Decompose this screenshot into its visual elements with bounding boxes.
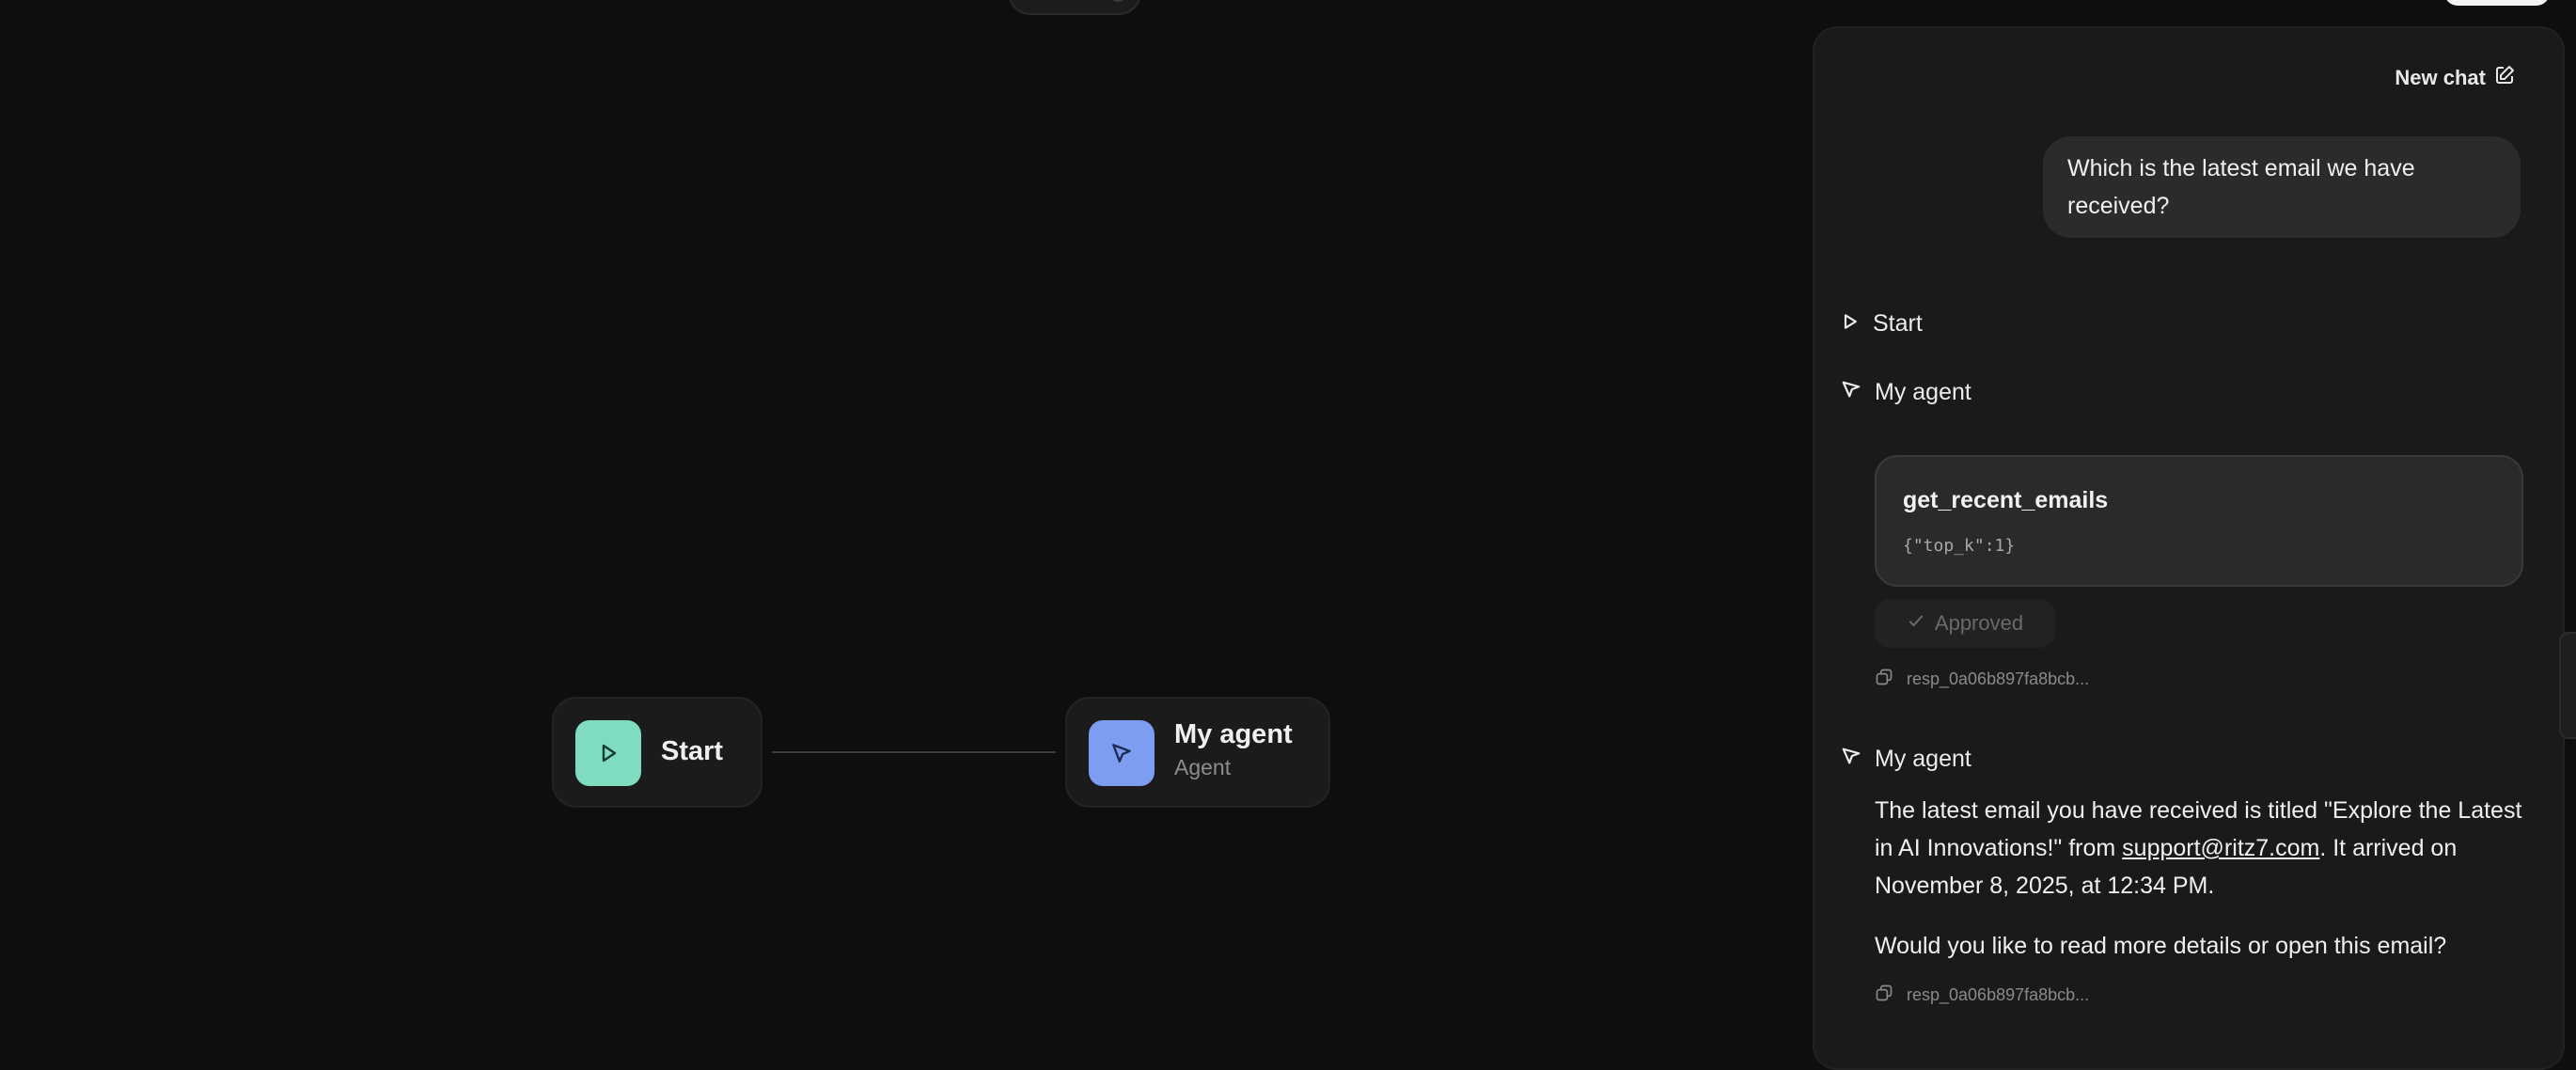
step-agent[interactable]: My agent — [1841, 379, 1971, 406]
step-agent-label: My agent — [1875, 379, 1971, 405]
check-icon — [1907, 611, 1925, 636]
new-chat-label: New chat — [2395, 66, 2486, 89]
response-id-text: resp_0a06b897fa8bcb... — [1907, 669, 2090, 688]
tool-call-card[interactable]: get_recent_emails {"top_k":1} — [1875, 455, 2523, 587]
approved-button[interactable]: Approved — [1875, 599, 2055, 648]
cursor-icon — [1841, 746, 1861, 773]
tool-name: get_recent_emails — [1903, 487, 2109, 513]
response-id-1[interactable]: resp_0a06b897fa8bcb... — [1875, 668, 2089, 691]
workflow-canvas[interactable]: Start My agent Agent — [0, 0, 1813, 1042]
panel-resize-handle[interactable] — [2559, 632, 2576, 739]
step-agent-response-label: My agent — [1875, 746, 1971, 772]
start-node[interactable]: Start — [552, 697, 762, 808]
copy-icon — [1875, 983, 1893, 1007]
chat-panel: New chat Which is the latest email we ha… — [1813, 26, 2565, 1070]
top-right-button[interactable] — [2444, 0, 2550, 6]
response-id-2[interactable]: resp_0a06b897fa8bcb... — [1875, 983, 2089, 1007]
step-start-label: Start — [1873, 310, 1923, 337]
email-link[interactable]: support@ritz7.com — [2122, 835, 2319, 861]
top-toolbar-pill[interactable] — [1008, 0, 1141, 15]
new-chat-button[interactable]: New chat — [2395, 64, 2516, 92]
node-connector — [772, 751, 1056, 753]
edit-icon — [2493, 64, 2516, 92]
play-icon — [1841, 310, 1860, 338]
cursor-icon — [1841, 379, 1861, 406]
toolbar-knob — [1107, 0, 1128, 2]
agent-node-subtitle: Agent — [1174, 755, 1232, 779]
tool-args: {"top_k":1} — [1903, 536, 2016, 556]
user-message: Which is the latest email we have receiv… — [2043, 136, 2521, 238]
approved-label: Approved — [1934, 611, 2024, 635]
assistant-message: The latest email you have received is ti… — [1875, 792, 2523, 987]
assistant-paragraph-1: The latest email you have received is ti… — [1875, 792, 2523, 905]
agent-node-title: My agent — [1174, 719, 1293, 749]
start-node-title: Start — [661, 736, 724, 766]
play-icon — [575, 720, 641, 786]
step-agent-response[interactable]: My agent — [1841, 746, 1971, 773]
assistant-paragraph-2: Would you like to read more details or o… — [1875, 933, 2447, 959]
cursor-icon — [1089, 720, 1154, 786]
response-id-text: resp_0a06b897fa8bcb... — [1907, 985, 2090, 1004]
step-start[interactable]: Start — [1841, 310, 1923, 338]
copy-icon — [1875, 668, 1893, 691]
agent-node[interactable]: My agent Agent — [1065, 697, 1330, 808]
